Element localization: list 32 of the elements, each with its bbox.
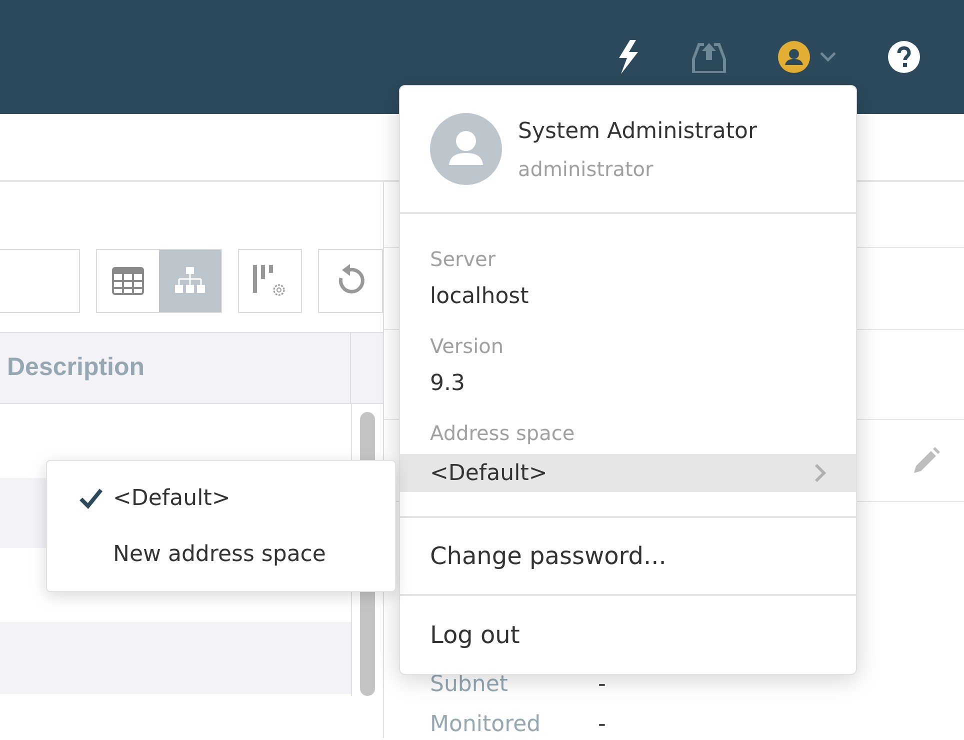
chevron-down-icon[interactable] xyxy=(820,52,836,62)
chevron-right-icon xyxy=(814,463,826,483)
submenu-label: <Default> xyxy=(113,484,230,512)
pencil-icon[interactable] xyxy=(912,446,940,474)
upload-tray-icon[interactable] xyxy=(692,41,726,73)
menu-item[interactable]: Log out xyxy=(430,617,520,653)
lightning-icon[interactable] xyxy=(616,40,640,74)
info-value: localhost xyxy=(430,283,530,311)
view-toggle-button[interactable] xyxy=(159,250,221,312)
detail-value: - xyxy=(598,672,606,698)
column-settings-button[interactable] xyxy=(238,249,302,313)
detail-value: - xyxy=(598,712,606,738)
refresh-button[interactable] xyxy=(318,249,383,313)
user-avatar-icon[interactable] xyxy=(778,41,810,73)
submenu-item[interactable]: New address space xyxy=(47,535,395,573)
detail-label: Subnet xyxy=(430,672,509,698)
info-label: Address space xyxy=(429,420,576,447)
search-field[interactable] xyxy=(0,249,80,313)
user-avatar-icon xyxy=(430,113,502,185)
info-label: Version xyxy=(430,333,505,360)
table-icon xyxy=(112,267,144,295)
hierarchy-icon xyxy=(174,267,206,295)
address-space-item[interactable]: <Default> xyxy=(400,454,856,492)
submenu-item[interactable]: <Default> xyxy=(47,479,395,517)
info-label: Server xyxy=(430,246,497,273)
user-login: administrator xyxy=(518,156,654,182)
detail-label: Monitored xyxy=(430,712,542,738)
info-value: 9.3 xyxy=(430,370,466,398)
submenu-label: New address space xyxy=(113,540,326,568)
user-name: System Administrator xyxy=(518,118,758,146)
menu-item[interactable]: Change password... xyxy=(430,538,666,574)
help-icon[interactable] xyxy=(888,41,920,73)
